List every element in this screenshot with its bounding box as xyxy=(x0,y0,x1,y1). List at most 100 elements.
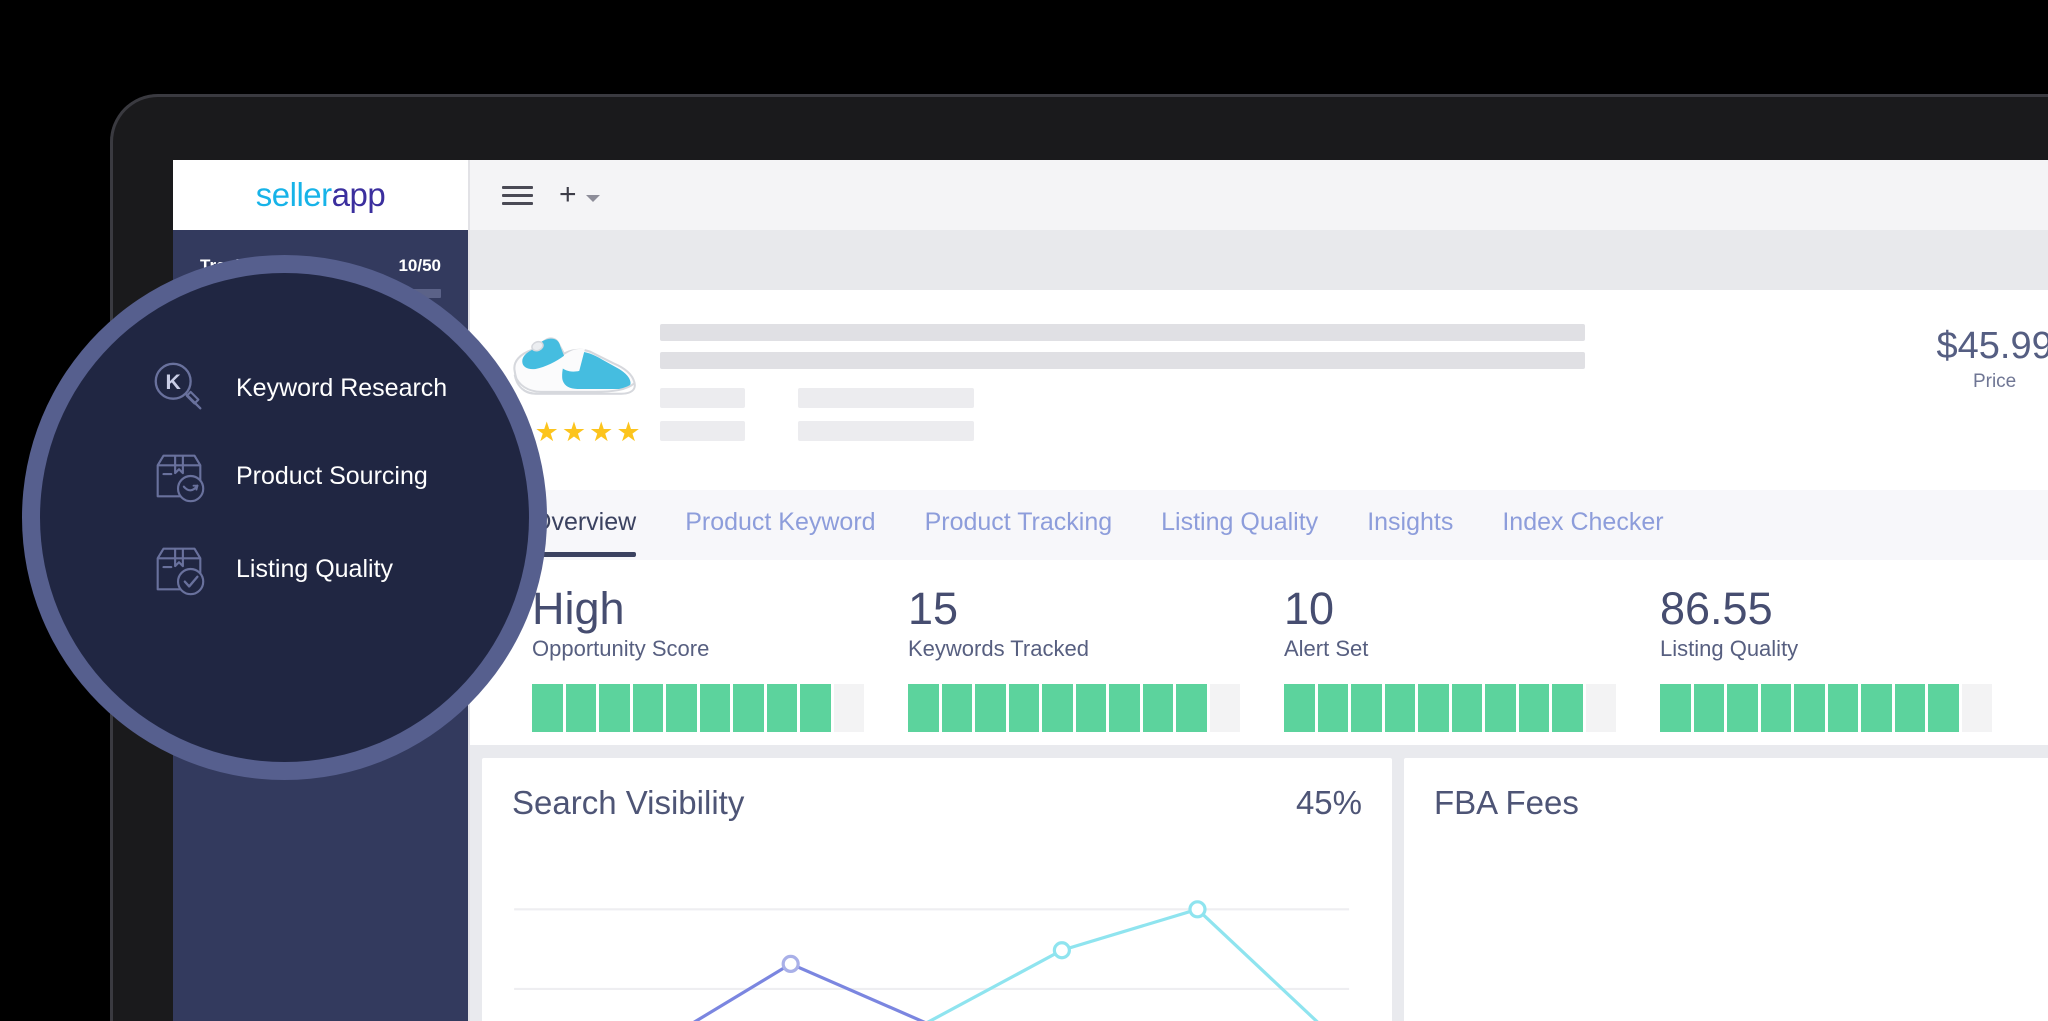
chart-data-point[interactable] xyxy=(1052,941,1071,960)
chart-line-segment xyxy=(693,962,926,1021)
product-tabs: Overview Product Keyword Product Trackin… xyxy=(468,490,2048,560)
product-title-placeholders xyxy=(660,312,1910,441)
metric-segment xyxy=(599,684,630,733)
sneaker-icon xyxy=(512,337,636,395)
metric-segment xyxy=(1894,684,1925,733)
placeholder-bar xyxy=(660,324,1585,341)
card-title: Search Visibility xyxy=(512,784,745,821)
metric-segment-bar xyxy=(532,684,864,733)
screenshot-root: sellerapp Tracked Products 10/50 + xyxy=(0,0,2048,1021)
tab-product-tracking[interactable]: Product Tracking xyxy=(925,508,1113,543)
stat-label: Price xyxy=(1972,371,2017,393)
metric-alert-set: 10 Alert Set xyxy=(1284,585,1660,745)
magnified-item-product-sourcing[interactable]: Product Sourcing xyxy=(148,445,428,507)
metric-segment xyxy=(833,684,864,733)
dashboard-cards: Search Visibility 45% FBA Fees xyxy=(468,745,2048,1021)
metric-label: Alert Set xyxy=(1284,636,1369,662)
metric-segment xyxy=(1827,684,1858,733)
metric-segment xyxy=(1961,684,1992,733)
tab-insights[interactable]: Insights xyxy=(1367,508,1453,543)
placeholder-bar xyxy=(660,421,745,441)
metric-segment xyxy=(1109,684,1140,733)
metric-segment xyxy=(1660,684,1691,733)
chart-data-point[interactable] xyxy=(1188,900,1207,919)
metric-value: 15 xyxy=(908,583,959,634)
metric-segment xyxy=(1794,684,1825,733)
magnifier-ring: K Keyword Research Product Sourcing List… xyxy=(22,255,547,780)
metric-segment xyxy=(1485,684,1516,733)
card-search-visibility: Search Visibility 45% xyxy=(482,758,1392,1021)
star-icon: ★ xyxy=(616,417,641,447)
metric-segment xyxy=(1284,684,1315,733)
chart-data-point[interactable] xyxy=(781,954,800,973)
metric-label: Opportunity Score xyxy=(532,636,710,662)
metric-segment xyxy=(1042,684,1073,733)
stat-price: $45.99 Price xyxy=(1910,325,2048,393)
metric-segment xyxy=(1142,684,1173,733)
topbar-secondary-strip xyxy=(468,230,2048,290)
magnified-item-label: Keyword Research xyxy=(236,373,448,402)
metrics-row: High Opportunity Score 15 Keywords Track… xyxy=(468,560,2048,745)
add-menu-button[interactable]: + xyxy=(559,180,600,210)
placeholder-bar xyxy=(798,421,974,441)
metric-segment xyxy=(532,684,563,733)
star-icon: ★ xyxy=(534,417,559,447)
stat-value: $45.99 xyxy=(1936,325,2048,367)
star-icon: ★ xyxy=(561,417,587,447)
metric-segment xyxy=(800,684,831,733)
app-logo[interactable]: sellerapp xyxy=(173,160,468,230)
metric-segment-bar xyxy=(1660,684,1992,733)
metric-segment xyxy=(1585,684,1616,733)
magnifier-lens: K Keyword Research Product Sourcing List… xyxy=(40,273,529,762)
metric-segment xyxy=(1176,684,1207,733)
metric-segment xyxy=(1317,684,1348,733)
plus-icon[interactable]: + xyxy=(559,180,577,210)
metric-segment xyxy=(1518,684,1549,733)
metric-segment xyxy=(1075,684,1106,733)
magnified-item-keyword-research[interactable]: K Keyword Research xyxy=(148,357,447,419)
svg-text:K: K xyxy=(165,370,181,394)
metric-opportunity-score: High Opportunity Score xyxy=(532,585,908,745)
metric-segment xyxy=(1760,684,1791,733)
tab-listing-quality[interactable]: Listing Quality xyxy=(1161,508,1318,543)
metric-segment xyxy=(1552,684,1583,733)
chevron-down-icon[interactable] xyxy=(585,194,600,202)
placeholder-bar xyxy=(798,388,974,408)
metric-segment xyxy=(1861,684,1892,733)
metric-segment xyxy=(1384,684,1415,733)
metric-segment xyxy=(632,684,663,733)
magnified-item-label: Listing Quality xyxy=(236,554,394,583)
metric-segment xyxy=(1418,684,1449,733)
metric-segment xyxy=(699,684,730,733)
chart-line-segment xyxy=(926,907,1319,1021)
logo-text-primary: seller xyxy=(255,176,332,213)
card-fba-fees: FBA Fees xyxy=(1404,758,2048,1021)
metric-keywords-tracked: 15 Keywords Tracked xyxy=(908,585,1284,745)
tab-product-keyword[interactable]: Product Keyword xyxy=(685,508,875,543)
metric-segment-bar xyxy=(908,684,1240,733)
placeholder-bar xyxy=(660,352,1585,369)
tab-overview[interactable]: Overview xyxy=(532,508,637,557)
logo-text-secondary: app xyxy=(331,176,386,213)
magnified-item-label: Product Sourcing xyxy=(236,461,428,490)
box-smile-icon xyxy=(156,454,205,503)
metric-segment xyxy=(1693,684,1724,733)
tracked-products-count: 10/50 xyxy=(398,256,441,275)
product-header: ★ ★ ★ ★ ★ xyxy=(468,290,2048,490)
magnified-item-listing-quality[interactable]: Listing Quality xyxy=(148,538,393,600)
card-value: 45% xyxy=(1295,784,1362,821)
app-topbar: + xyxy=(468,160,2048,230)
metric-label: Keywords Tracked xyxy=(908,636,1089,662)
hamburger-icon[interactable] xyxy=(502,185,533,205)
search-visibility-chart xyxy=(514,900,1350,1021)
metric-segment xyxy=(1209,684,1240,733)
star-icon: ★ xyxy=(589,417,614,447)
metric-segment xyxy=(1727,684,1758,733)
product-stats: $45.99 Price 87 BSR xyxy=(1910,312,2048,393)
metric-segment xyxy=(941,684,972,733)
metric-listing-quality: 86.55 Listing Quality xyxy=(1660,585,2036,745)
box-check-icon xyxy=(156,547,205,596)
tab-index-checker[interactable]: Index Checker xyxy=(1502,508,1663,543)
metric-segment xyxy=(733,684,764,733)
card-title: FBA Fees xyxy=(1434,784,1579,821)
